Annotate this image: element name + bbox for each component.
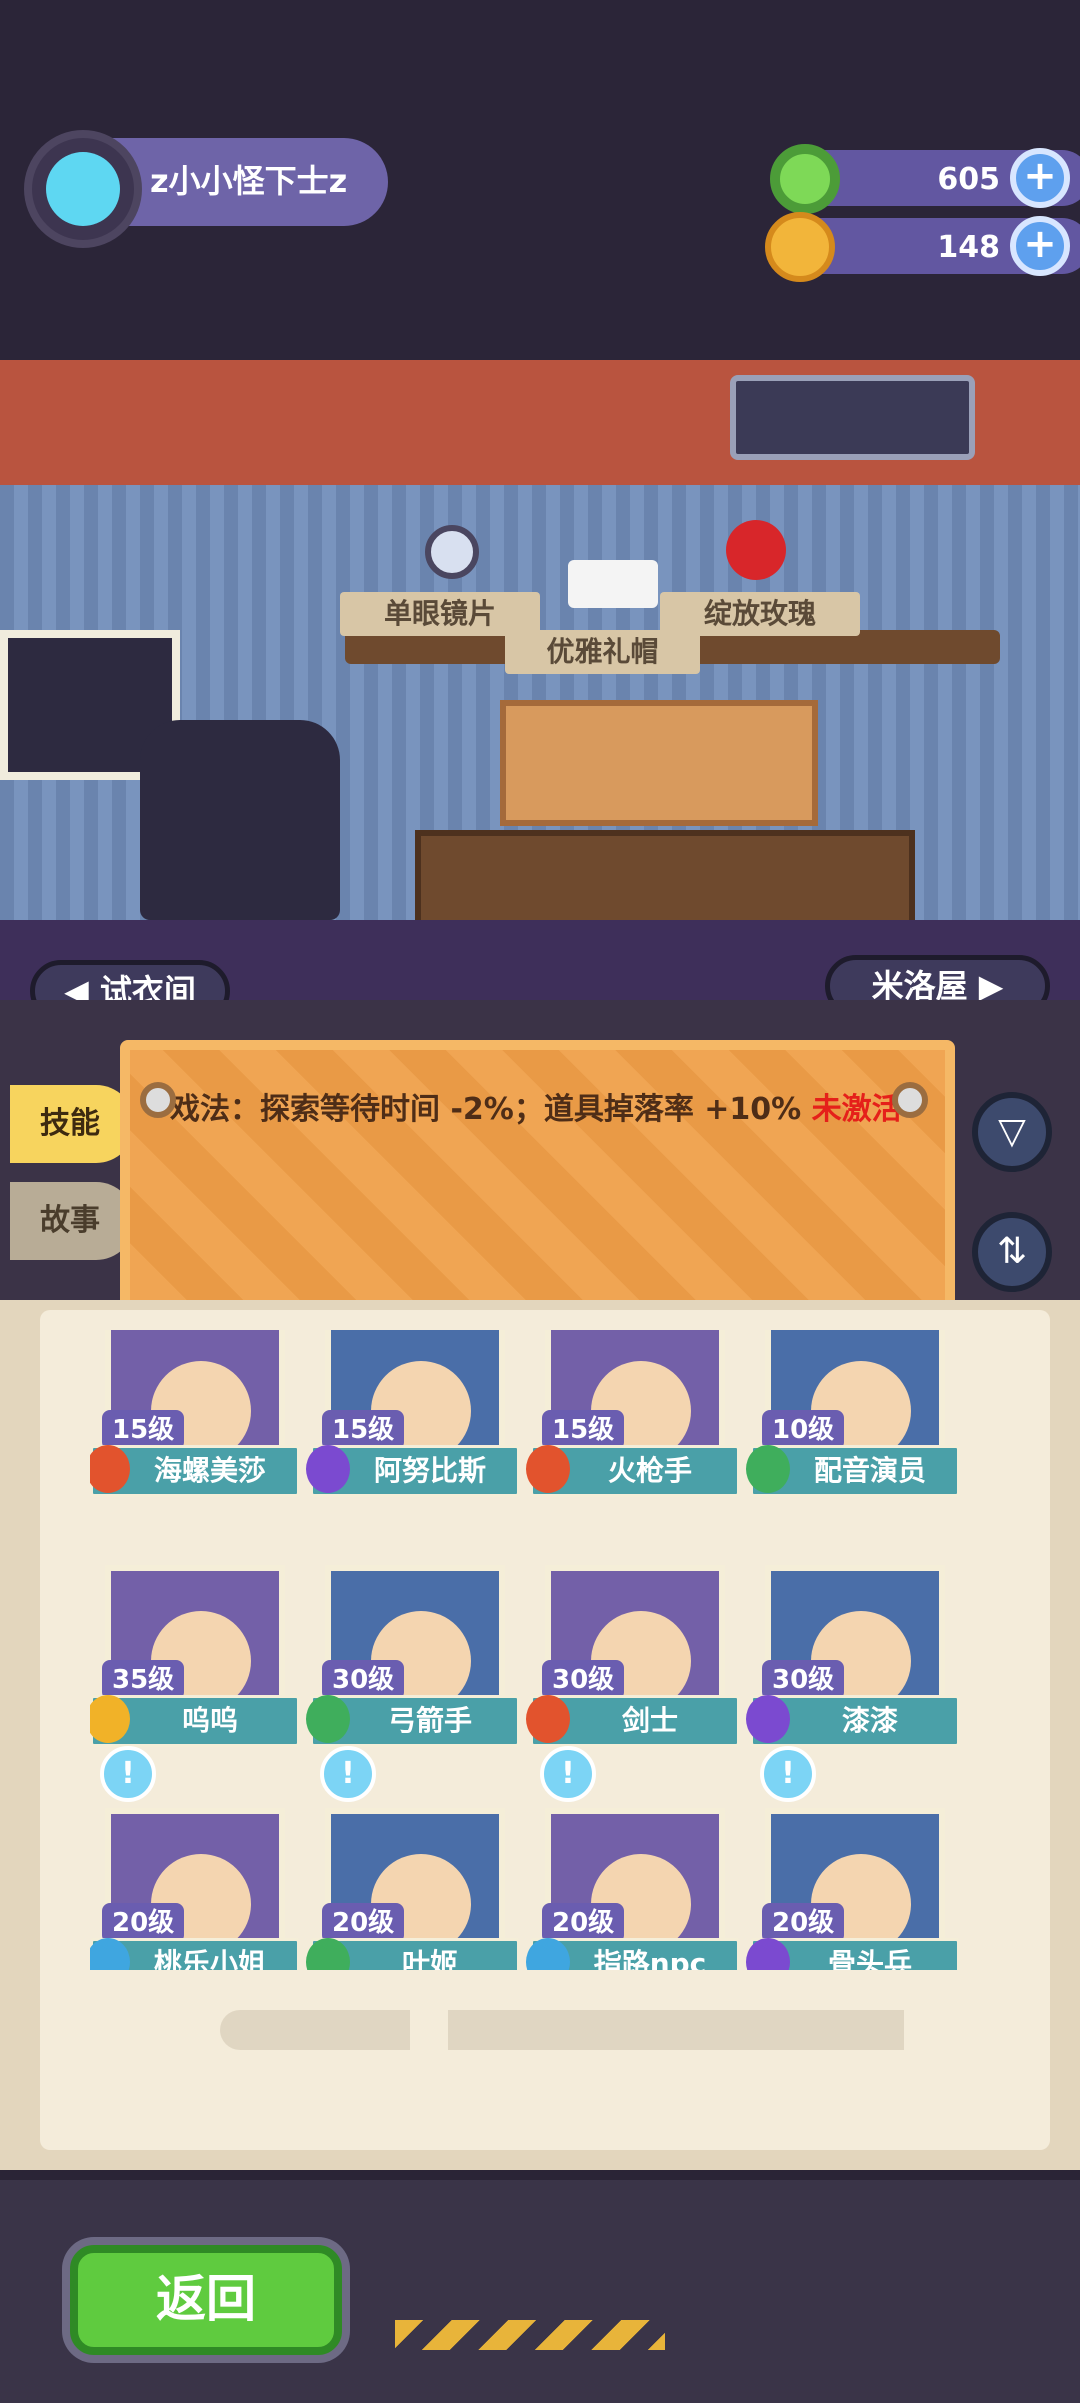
character-card[interactable]: 20级 桃乐小姐! <box>90 1746 300 1970</box>
rarity-badge-icon <box>746 1695 790 1743</box>
alert-bubble-icon: ! <box>320 1746 376 1802</box>
add-planet-button[interactable]: + <box>1010 216 1070 276</box>
character-level: 15级 <box>542 1410 625 1450</box>
rarity-badge-icon <box>526 1695 570 1743</box>
item-rose-tag[interactable]: 绽放玫瑰 <box>660 592 860 636</box>
character-level: 15级 <box>102 1410 185 1450</box>
character-card[interactable]: 15级 阿努比斯 <box>306 1330 520 1540</box>
outfit-showcase[interactable] <box>500 700 818 826</box>
character-card[interactable]: 20级 叶姬! <box>306 1746 520 1970</box>
blurred-text <box>220 2010 980 2050</box>
filter-button[interactable]: ▽ <box>972 1092 1052 1172</box>
character-grid: 15级 海螺美莎 15级 阿努比斯 15级 火枪手 10级 配音演员 35级 呜呜 30级 弓箭手 30… <box>90 1330 990 1970</box>
character-level: 15级 <box>322 1410 405 1450</box>
back-button[interactable]: 返回 <box>70 2245 342 2355</box>
filter-icon: ▽ <box>998 1111 1026 1152</box>
alert-bubble-icon: ! <box>540 1746 596 1802</box>
character-card[interactable]: 15级 海螺美莎 <box>90 1330 300 1540</box>
monocle-icon <box>425 525 479 579</box>
skill-description: 戏法：探索等待时间 -2%；道具掉落率 +10% 未激活 <box>170 1088 910 1132</box>
rarity-badge-icon <box>306 1445 350 1493</box>
character-level: 20级 <box>322 1903 405 1943</box>
rarity-badge-icon <box>306 1695 350 1743</box>
tab-story[interactable]: 故事 <box>10 1182 135 1260</box>
character-card[interactable]: 10级 配音演员 <box>746 1330 960 1540</box>
donut-icon <box>770 144 840 214</box>
sort-icon: ⇅ <box>996 1231 1028 1272</box>
add-donut-button[interactable]: + <box>1010 148 1070 208</box>
pin-icon <box>140 1082 176 1118</box>
alert-bubble-icon: ! <box>100 1746 156 1802</box>
avatar-cat-icon <box>46 152 120 226</box>
skill-effect-text: 戏法：探索等待时间 -2%；道具掉落率 +10% <box>170 1092 812 1127</box>
alert-bubble-icon: ! <box>760 1746 816 1802</box>
avatar[interactable] <box>24 130 142 248</box>
character-level: 30级 <box>322 1660 405 1700</box>
item-hat-tag[interactable]: 优雅礼帽 <box>505 630 700 674</box>
planet-icon <box>765 212 835 282</box>
top-hat-icon <box>568 560 658 608</box>
skill-status: 未激活 <box>811 1092 902 1127</box>
skill-notice: 戏法：探索等待时间 -2%；道具掉落率 +10% 未激活 <box>120 1040 955 1310</box>
character-level: 10级 <box>762 1410 845 1450</box>
rarity-badge-icon <box>526 1445 570 1493</box>
rarity-badge-icon <box>746 1445 790 1493</box>
donut-value: 605 <box>937 162 1000 197</box>
character-card[interactable]: 15级 火枪手 <box>526 1330 740 1540</box>
character-level: 35级 <box>102 1660 185 1700</box>
planet-value: 148 <box>937 230 1000 265</box>
character-level: 20级 <box>102 1903 185 1943</box>
battery-panel <box>730 375 975 460</box>
character-card[interactable]: 20级 骨头兵! <box>746 1746 960 1970</box>
character-card[interactable]: 20级 指路npc! <box>526 1746 740 1970</box>
character-level: 30级 <box>762 1660 845 1700</box>
character-level: 30级 <box>542 1660 625 1700</box>
sort-button[interactable]: ⇅ <box>972 1212 1052 1292</box>
hazard-stripe <box>395 2320 665 2350</box>
character-level: 20级 <box>762 1903 845 1943</box>
tab-skill[interactable]: 技能 <box>10 1085 135 1163</box>
character-avatar[interactable] <box>140 720 340 920</box>
rose-icon <box>726 520 786 580</box>
player-name: z小小怪下士z <box>150 162 348 200</box>
character-level: 20级 <box>542 1903 625 1943</box>
pin-icon <box>892 1082 928 1118</box>
